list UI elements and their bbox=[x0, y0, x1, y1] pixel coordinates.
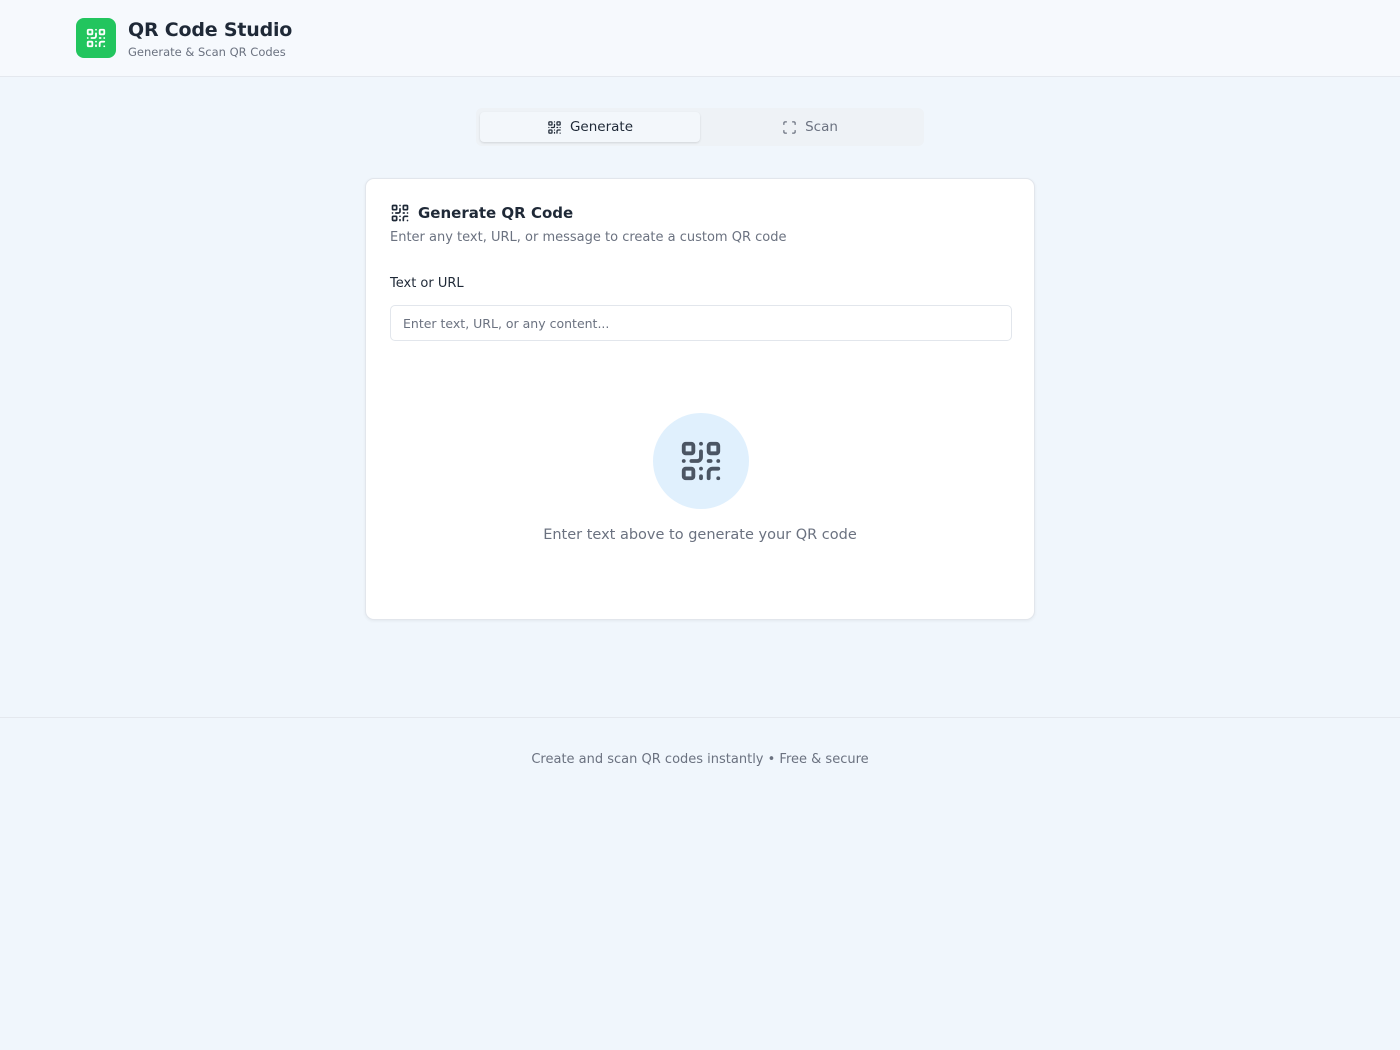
app-logo bbox=[76, 18, 116, 58]
card-description: Enter any text, URL, or message to creat… bbox=[390, 230, 787, 245]
text-url-label: Text or URL bbox=[390, 276, 464, 291]
tab-scan-label: Scan bbox=[805, 119, 838, 135]
footer-text: Create and scan QR codes instantly • Fre… bbox=[531, 752, 869, 767]
scan-icon bbox=[782, 120, 797, 135]
app-subtitle: Generate & Scan QR Codes bbox=[128, 45, 286, 59]
tab-scan[interactable]: Scan bbox=[700, 112, 920, 142]
tab-generate[interactable]: Generate bbox=[480, 112, 700, 142]
card-header: Generate QR Code bbox=[390, 203, 573, 223]
empty-state-circle bbox=[653, 413, 749, 509]
qr-code-icon bbox=[390, 203, 410, 223]
page-footer: Create and scan QR codes instantly • Fre… bbox=[0, 717, 1400, 1050]
mode-tabs: Generate Scan bbox=[476, 108, 924, 146]
tab-generate-label: Generate bbox=[569, 119, 634, 135]
generate-card: Generate QR Code Enter any text, URL, or… bbox=[365, 178, 1035, 620]
qr-code-icon bbox=[681, 441, 721, 481]
app-header: QR Code Studio Generate & Scan QR Codes bbox=[0, 0, 1400, 77]
text-url-input[interactable] bbox=[390, 305, 1012, 341]
empty-state-message: Enter text above to generate your QR cod… bbox=[543, 527, 857, 543]
card-title: Generate QR Code bbox=[418, 204, 574, 222]
qr-code-icon bbox=[86, 28, 106, 48]
app-title: QR Code Studio bbox=[128, 19, 293, 41]
qr-code-icon bbox=[547, 120, 562, 135]
